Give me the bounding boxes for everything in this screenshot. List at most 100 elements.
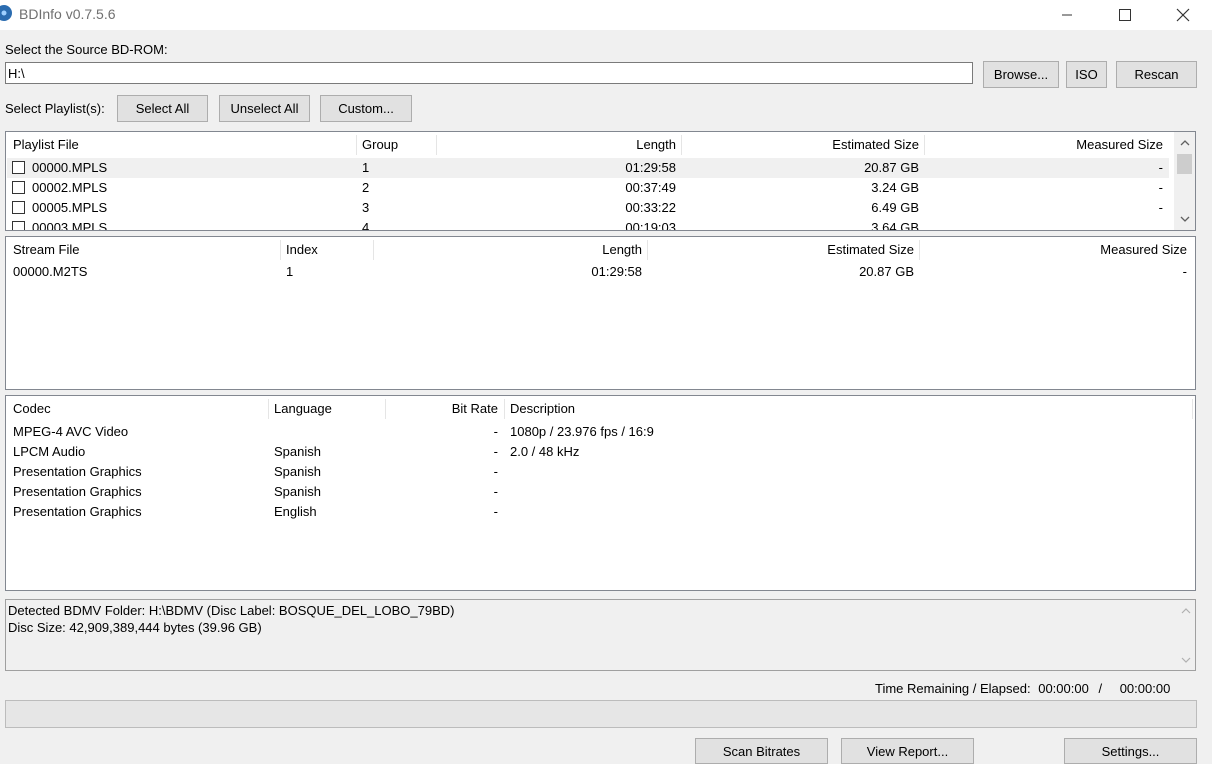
stream-file: 00000.M2TS <box>13 264 88 279</box>
playlist-group: 4 <box>362 220 370 231</box>
playlist-file: 00000.MPLS <box>32 160 108 175</box>
codec-bitrate: - <box>493 444 498 459</box>
scan-bitrates-label: Scan Bitrates <box>722 743 801 759</box>
playlist-estimated: 3.64 GB <box>871 220 919 231</box>
col-length[interactable]: Length <box>374 237 642 263</box>
iso-button-label: ISO <box>1075 67 1098 82</box>
playlist-estimated: 3.24 GB <box>871 180 919 195</box>
playlist-scrollbar[interactable] <box>1174 132 1195 230</box>
status-line-size: Disc Size: 42,909,389,444 bytes (39.96 G… <box>8 620 262 635</box>
col-length[interactable]: Length <box>437 132 676 158</box>
playlist-length: 00:19:03 <box>625 220 676 231</box>
maximize-button[interactable] <box>1096 0 1154 30</box>
select-all-label: Select All <box>135 101 190 116</box>
col-language[interactable]: Language <box>274 396 332 422</box>
time-remaining: 00:00:00 <box>1038 681 1089 696</box>
app-disc-icon <box>0 5 12 21</box>
close-icon <box>1176 8 1190 22</box>
time-elapsed: 00:00:00 <box>1119 681 1171 696</box>
column-divider <box>268 399 269 419</box>
stream-estimated: 20.87 GB <box>859 264 914 279</box>
col-measured-size[interactable]: Measured Size <box>920 237 1187 263</box>
select-all-button[interactable]: Select All <box>117 95 208 122</box>
stream-table[interactable]: Stream File Index Length Estimated Size … <box>5 236 1196 390</box>
row-checkbox[interactable] <box>12 161 25 174</box>
scroll-up-icon[interactable] <box>1176 134 1193 151</box>
row-checkbox[interactable] <box>12 181 25 194</box>
codec-language: Spanish <box>274 484 321 499</box>
col-estimated-size[interactable]: Estimated Size <box>648 237 914 263</box>
codec-language: English <box>274 504 317 519</box>
time-separator: / <box>1098 681 1103 696</box>
codec-language: Spanish <box>274 444 321 459</box>
row-checkbox[interactable] <box>12 221 25 230</box>
col-measured-size[interactable]: Measured Size <box>925 132 1163 158</box>
column-divider <box>356 135 357 155</box>
playlist-measured: - <box>1158 180 1163 195</box>
col-stream-file[interactable]: Stream File <box>13 237 79 263</box>
browse-button[interactable]: Browse... <box>983 61 1059 88</box>
time-label: Time Remaining / Elapsed: <box>875 681 1031 696</box>
playlist-file: 00002.MPLS <box>32 180 108 195</box>
column-divider <box>1192 399 1193 419</box>
codec-language: Spanish <box>274 464 321 479</box>
col-bit-rate[interactable]: Bit Rate <box>386 396 498 422</box>
col-description[interactable]: Description <box>510 396 575 422</box>
stream-index: 1 <box>286 264 294 279</box>
codec-bitrate: - <box>493 504 498 519</box>
playlist-group: 2 <box>362 180 370 195</box>
scroll-up-icon[interactable] <box>1177 602 1194 619</box>
minimize-button[interactable] <box>1038 0 1096 30</box>
minimize-icon <box>1062 14 1072 16</box>
view-report-button[interactable]: View Report... <box>841 738 974 764</box>
codec-table[interactable]: Codec Language Bit Rate Description MPEG… <box>5 395 1196 591</box>
playlist-file: 00005.MPLS <box>32 200 108 215</box>
codec-name: Presentation Graphics <box>13 504 142 519</box>
custom-button[interactable]: Custom... <box>320 95 412 122</box>
iso-button[interactable]: ISO <box>1066 61 1107 88</box>
col-index[interactable]: Index <box>286 237 318 263</box>
playlist-table[interactable]: Playlist File Group Length Estimated Siz… <box>5 131 1196 231</box>
playlist-group: 1 <box>362 160 370 175</box>
codec-name: LPCM Audio <box>13 444 86 459</box>
codec-name: Presentation Graphics <box>13 484 142 499</box>
col-codec[interactable]: Codec <box>13 396 51 422</box>
playlist-length: 00:33:22 <box>625 200 676 215</box>
status-scrollbar[interactable] <box>1176 600 1195 670</box>
status-line-folder: Detected BDMV Folder: H:\BDMV (Disc Labe… <box>8 603 455 618</box>
close-button[interactable] <box>1154 0 1212 30</box>
col-estimated-size[interactable]: Estimated Size <box>682 132 919 158</box>
codec-name: MPEG-4 AVC Video <box>13 424 129 439</box>
source-label: Select the Source BD-ROM: <box>5 42 168 57</box>
playlist-measured: - <box>1158 200 1163 215</box>
playlist-measured: - <box>1158 160 1163 175</box>
unselect-all-label: Unselect All <box>230 101 299 116</box>
status-textbox[interactable]: Detected BDMV Folder: H:\BDMV (Disc Labe… <box>5 599 1196 671</box>
stream-length: 01:29:58 <box>591 264 642 279</box>
maximize-icon <box>1119 9 1131 21</box>
col-playlist-file[interactable]: Playlist File <box>13 132 79 158</box>
col-group[interactable]: Group <box>362 132 398 158</box>
column-divider <box>280 240 281 260</box>
scan-bitrates-button[interactable]: Scan Bitrates <box>695 738 828 764</box>
source-path-input[interactable] <box>5 62 973 84</box>
time-readout: Time Remaining / Elapsed: 00:00:00 / 00:… <box>875 681 1170 696</box>
playlist-file: 00003.MPLS <box>32 220 108 231</box>
playlist-estimated: 20.87 GB <box>864 160 919 175</box>
row-checkbox[interactable] <box>12 201 25 214</box>
settings-button[interactable]: Settings... <box>1064 738 1197 764</box>
unselect-all-button[interactable]: Unselect All <box>219 95 310 122</box>
column-divider <box>504 399 505 419</box>
playlist-length: 00:37:49 <box>625 180 676 195</box>
scroll-down-icon[interactable] <box>1177 651 1194 668</box>
scan-progress-bar <box>5 700 1197 728</box>
codec-bitrate: - <box>493 464 498 479</box>
scroll-thumb[interactable] <box>1177 154 1192 174</box>
custom-label: Custom... <box>338 101 394 116</box>
scroll-down-icon[interactable] <box>1176 210 1193 227</box>
codec-bitrate: - <box>493 484 498 499</box>
rescan-button[interactable]: Rescan <box>1116 61 1197 88</box>
browse-button-label: Browse... <box>993 67 1049 82</box>
select-playlists-label: Select Playlist(s): <box>5 101 105 116</box>
title-bar[interactable]: BDInfo v0.7.5.6 <box>0 0 1212 30</box>
